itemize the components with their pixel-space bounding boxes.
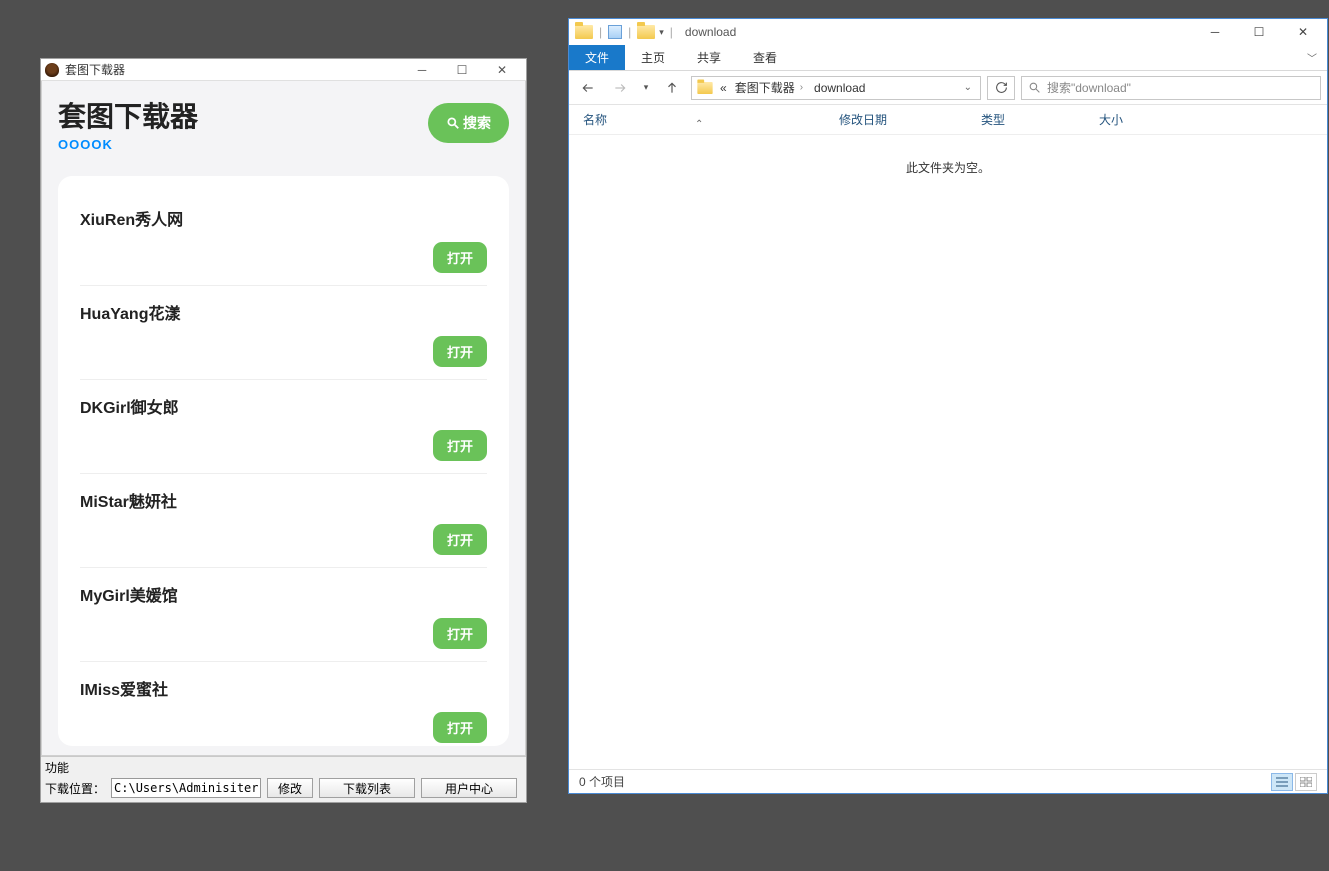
app-header: 套图下载器 OOOOK 搜索 xyxy=(58,95,509,152)
refresh-icon xyxy=(995,81,1008,94)
open-site-button[interactable]: 打开 xyxy=(433,430,487,461)
tab-view[interactable]: 查看 xyxy=(737,45,793,70)
site-item: IMiss爱蜜社打开 xyxy=(80,662,487,746)
ribbon-tabs: 文件 主页 共享 查看 ﹀ xyxy=(569,45,1327,71)
explorer-close-button[interactable]: ✕ xyxy=(1281,19,1325,45)
site-item: DKGirl御女郎打开 xyxy=(80,380,487,474)
app-titlebar: 套图下载器 ─ ☐ ✕ xyxy=(41,59,526,81)
open-site-button[interactable]: 打开 xyxy=(433,618,487,649)
site-name: XiuRen秀人网 xyxy=(80,206,487,230)
site-item: HuaYang花漾打开 xyxy=(80,286,487,380)
quick-access-toolbar: | | ▾ | xyxy=(575,25,675,39)
user-center-button[interactable]: 用户中心 xyxy=(421,778,517,798)
column-headers: 名称 修改日期 类型 大小 xyxy=(569,105,1327,135)
tab-file[interactable]: 文件 xyxy=(569,45,625,70)
download-path-input[interactable] xyxy=(111,778,261,798)
chevron-right-icon[interactable]: › xyxy=(797,82,806,93)
site-name: HuaYang花漾 xyxy=(80,300,487,324)
open-site-button[interactable]: 打开 xyxy=(433,336,487,367)
arrow-left-icon xyxy=(581,81,595,95)
app-subtitle: OOOOK xyxy=(58,137,198,152)
nav-back-button[interactable] xyxy=(575,75,601,101)
download-list-button[interactable]: 下载列表 xyxy=(319,778,415,798)
column-date[interactable]: 修改日期 xyxy=(839,111,981,128)
tab-share[interactable]: 共享 xyxy=(681,45,737,70)
site-name: IMiss爱蜜社 xyxy=(80,676,487,700)
column-name[interactable]: 名称 xyxy=(583,111,839,128)
arrow-right-icon xyxy=(613,81,627,95)
app-icon xyxy=(45,63,59,77)
app-title: 套图下载器 xyxy=(58,95,198,135)
site-item: MyGirl美媛馆打开 xyxy=(80,568,487,662)
downloader-app-window: 套图下载器 ─ ☐ ✕ 套图下载器 OOOOK 搜索 XiuRen秀人网打开Hu… xyxy=(40,58,527,803)
explorer-search-input[interactable]: 搜索"download" xyxy=(1021,76,1321,100)
grid-icon xyxy=(1300,777,1312,787)
app-window-title: 套图下载器 xyxy=(65,61,125,78)
breadcrumb-prefix[interactable]: « xyxy=(718,81,729,95)
maximize-button[interactable]: ☐ xyxy=(442,59,482,81)
empty-folder-message: 此文件夹为空。 xyxy=(569,159,1327,176)
item-count: 0 个项目 xyxy=(579,773,625,790)
modify-path-button[interactable]: 修改 xyxy=(267,778,313,798)
qat-divider: | xyxy=(668,25,675,39)
column-type[interactable]: 类型 xyxy=(981,111,1099,128)
view-icons-button[interactable] xyxy=(1295,773,1317,791)
minimize-button[interactable]: ─ xyxy=(402,59,442,81)
close-button[interactable]: ✕ xyxy=(482,59,522,81)
view-details-button[interactable] xyxy=(1271,773,1293,791)
explorer-minimize-button[interactable]: ─ xyxy=(1193,19,1237,45)
breadcrumb-part-2[interactable]: download xyxy=(812,81,867,95)
open-site-button[interactable]: 打开 xyxy=(433,242,487,273)
site-name: MiStar魅妍社 xyxy=(80,488,487,512)
nav-up-button[interactable] xyxy=(659,75,685,101)
refresh-button[interactable] xyxy=(987,76,1015,100)
folder-icon[interactable] xyxy=(637,25,655,39)
explorer-title: download xyxy=(685,25,736,39)
search-button[interactable]: 搜索 xyxy=(428,103,509,143)
download-path-label: 下载位置： xyxy=(45,780,105,797)
nav-history-dropdown[interactable]: ▾ xyxy=(639,75,653,101)
folder-icon xyxy=(697,82,712,94)
site-item: MiStar魅妍社打开 xyxy=(80,474,487,568)
footer-section-label: 功能 xyxy=(45,759,522,776)
site-item: XiuRen秀人网打开 xyxy=(80,194,487,286)
search-placeholder: 搜索"download" xyxy=(1047,79,1131,96)
qat-save-icon[interactable] xyxy=(608,25,622,39)
search-icon xyxy=(446,116,460,130)
site-list-card: XiuRen秀人网打开HuaYang花漾打开DKGirl御女郎打开MiStar魅… xyxy=(58,176,509,746)
breadcrumb-label: 套图下载器 xyxy=(735,79,795,96)
sort-indicator-icon: ⌃ xyxy=(695,119,703,130)
app-body: 套图下载器 OOOOK 搜索 XiuRen秀人网打开HuaYang花漾打开DKG… xyxy=(41,81,526,756)
explorer-window: | | ▾ | download ─ ☐ ✕ 文件 主页 共享 查看 ﹀ ▾ xyxy=(568,18,1328,794)
app-footer: 功能 下载位置： 修改 下载列表 用户中心 xyxy=(41,756,526,802)
list-icon xyxy=(1276,777,1288,787)
breadcrumb-label: download xyxy=(814,81,865,95)
address-dropdown-icon[interactable]: ⌄ xyxy=(958,82,978,93)
ribbon-expand-icon[interactable]: ﹀ xyxy=(1297,45,1327,70)
column-size[interactable]: 大小 xyxy=(1099,111,1179,128)
file-list-area: ⌃ 此文件夹为空。 xyxy=(569,135,1327,769)
open-site-button[interactable]: 打开 xyxy=(433,712,487,743)
site-name: MyGirl美媛馆 xyxy=(80,582,487,606)
open-site-button[interactable]: 打开 xyxy=(433,524,487,555)
tab-home[interactable]: 主页 xyxy=(625,45,681,70)
status-bar: 0 个项目 xyxy=(569,769,1327,793)
breadcrumb-part-1[interactable]: 套图下载器 › xyxy=(733,79,808,96)
site-name: DKGirl御女郎 xyxy=(80,394,487,418)
nav-toolbar: ▾ « 套图下载器 › download ⌄ 搜索"download" xyxy=(569,71,1327,105)
explorer-maximize-button[interactable]: ☐ xyxy=(1237,19,1281,45)
nav-forward-button[interactable] xyxy=(607,75,633,101)
arrow-up-icon xyxy=(665,81,679,95)
search-icon xyxy=(1028,81,1041,94)
folder-icon xyxy=(575,25,593,39)
address-bar[interactable]: « 套图下载器 › download ⌄ xyxy=(691,76,981,100)
search-button-label: 搜索 xyxy=(463,113,491,133)
explorer-titlebar: | | ▾ | download ─ ☐ ✕ xyxy=(569,19,1327,45)
qat-dropdown-icon[interactable]: ▾ xyxy=(659,27,664,38)
